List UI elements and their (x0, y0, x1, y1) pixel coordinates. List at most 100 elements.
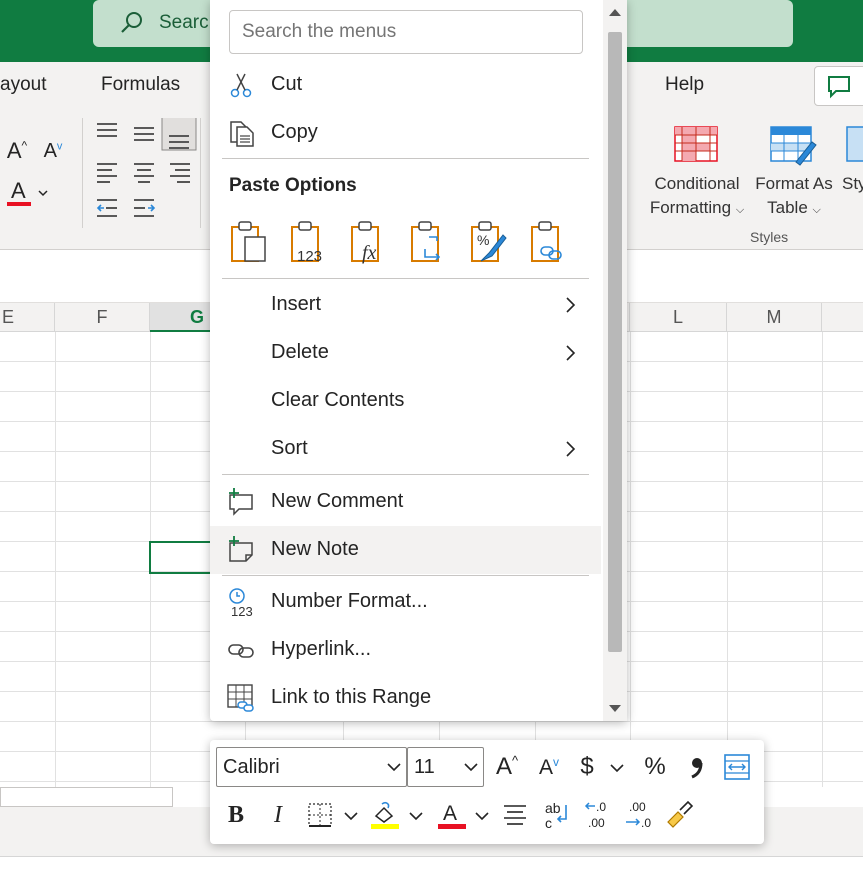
scissors-icon (226, 70, 256, 100)
paste-formatting-icon[interactable]: % (467, 219, 511, 265)
chevron-down-icon[interactable] (343, 808, 359, 824)
grow-font-icon: A^ (495, 753, 519, 780)
borders-button[interactable] (303, 797, 337, 833)
format-painter-icon (667, 800, 694, 828)
menu-item-label: New Comment (271, 490, 404, 512)
link-to-range-icon (226, 683, 256, 713)
menu-item-cut[interactable]: Cut (210, 61, 601, 109)
font-color-button[interactable]: A (435, 797, 469, 833)
cell-styles-button[interactable]: Sty (842, 172, 863, 196)
paste-formulas-icon[interactable]: fx (347, 219, 391, 265)
column-header-m[interactable]: M (727, 303, 822, 332)
column-header-n[interactable] (822, 303, 863, 332)
column-header-f[interactable]: F (55, 303, 150, 332)
paste-values-icon[interactable]: 123 (287, 219, 331, 265)
chevron-down-icon[interactable] (474, 808, 490, 824)
menu-item-new-note[interactable]: New Note (210, 526, 601, 574)
merge-center-icon (724, 754, 750, 780)
font-size-select[interactable]: 11 (407, 747, 484, 787)
scrollbar-thumb[interactable] (608, 32, 622, 652)
column-header-l[interactable]: L (630, 303, 727, 332)
comments-button[interactable] (814, 66, 863, 106)
tab-help[interactable]: Help (665, 74, 704, 96)
svg-text:c: c (545, 815, 552, 831)
align-center-button[interactable] (498, 797, 532, 833)
context-menu: Cut Copy Paste Options 123 fx % Insert D… (210, 0, 627, 721)
menu-item-label: Number Format... (271, 590, 428, 612)
format-painter-button[interactable] (662, 797, 696, 833)
shrink-font-button[interactable]: Av (36, 133, 70, 169)
merge-center-button[interactable] (720, 749, 754, 785)
bold-button[interactable]: B (219, 797, 253, 833)
alignment-icons[interactable] (92, 118, 212, 228)
tab-formulas[interactable]: Formulas (101, 74, 180, 96)
copy-icon (226, 118, 256, 148)
selected-cell[interactable] (149, 541, 213, 574)
menu-item-hyperlink[interactable]: Hyperlink... (210, 626, 601, 674)
horizontal-scrollbar[interactable] (0, 787, 173, 807)
decrease-decimal-button[interactable]: .00.0 (622, 797, 656, 833)
column-header-e[interactable]: E (0, 303, 55, 332)
menu-item-new-comment[interactable]: New Comment (210, 478, 601, 526)
chevron-right-icon (566, 297, 576, 313)
menu-separator (222, 474, 589, 475)
svg-text:123: 123 (297, 248, 322, 265)
scroll-down-arrow-icon[interactable] (609, 705, 621, 712)
chevron-down-icon: ⌵ (735, 204, 745, 216)
number-format-icon: 123 (226, 587, 256, 619)
borders-icon (308, 803, 332, 827)
svg-text:.00: .00 (629, 800, 646, 814)
svg-text:.00: .00 (588, 816, 605, 830)
divider (200, 118, 201, 228)
conditional-formatting-label2: Formatting (649, 198, 732, 217)
scroll-up-arrow-icon[interactable] (609, 9, 621, 16)
menu-item-copy[interactable]: Copy (210, 109, 601, 157)
paste-icon[interactable] (227, 219, 271, 265)
menu-item-label: New Note (271, 538, 359, 560)
conditional-formatting-button[interactable]: Conditional Formatting ⌵ (645, 172, 749, 222)
menu-item-sort[interactable]: Sort (210, 425, 601, 473)
menu-item-delete[interactable]: Delete (210, 329, 601, 377)
menu-item-number-format[interactable]: 123 Number Format... (210, 578, 601, 626)
paste-transpose-icon[interactable] (407, 219, 451, 265)
font-color-button[interactable]: A (4, 174, 38, 210)
fill-color-icon (371, 801, 399, 829)
svg-text:A: A (11, 178, 26, 203)
menu-item-label: Hyperlink... (271, 638, 372, 660)
increase-decimal-button[interactable]: .0.00 (582, 797, 616, 833)
wrap-text-icon: abc (545, 800, 567, 831)
paste-link-icon[interactable] (527, 219, 571, 265)
font-color-icon: A (438, 802, 466, 829)
grow-font-button[interactable]: A^ (0, 133, 34, 169)
menu-scrollbar[interactable] (603, 0, 627, 721)
shrink-font-icon: Av (538, 754, 559, 779)
shrink-font-icon: Av (43, 139, 63, 162)
svg-text:%: % (477, 232, 489, 248)
menu-separator (222, 158, 589, 159)
menu-item-insert[interactable]: Insert (210, 281, 601, 329)
percent-button[interactable]: % (638, 749, 672, 785)
tab-page-layout[interactable]: ayout (0, 74, 46, 96)
menu-item-label: Clear Contents (271, 389, 405, 411)
currency-button[interactable]: $ (570, 749, 604, 785)
chevron-down-icon[interactable] (609, 760, 625, 776)
fill-color-button[interactable] (368, 797, 402, 833)
menu-item-clear-contents[interactable]: Clear Contents (210, 377, 601, 425)
chevron-down-icon[interactable] (408, 808, 424, 824)
comma-style-button[interactable] (680, 749, 714, 785)
format-as-table-button[interactable]: Format As Table ⌵ (750, 172, 838, 222)
chevron-down-icon (464, 763, 478, 772)
menu-search-input[interactable] (229, 10, 583, 54)
grow-font-button[interactable]: A^ (490, 749, 524, 785)
menu-separator (222, 575, 589, 576)
shrink-font-button[interactable]: Av (532, 749, 566, 785)
decrease-decimal-icon: .00.0 (626, 800, 651, 830)
cell-styles-icon (846, 126, 863, 162)
menu-item-link-to-range[interactable]: Link to this Range (210, 674, 601, 722)
menu-item-label: Delete (271, 341, 329, 363)
font-name-select[interactable]: Calibri (216, 747, 407, 787)
italic-icon: I (274, 801, 282, 828)
italic-button[interactable]: I (261, 797, 295, 833)
chevron-down-icon[interactable] (36, 186, 50, 200)
wrap-text-button[interactable]: ab c (540, 797, 574, 833)
